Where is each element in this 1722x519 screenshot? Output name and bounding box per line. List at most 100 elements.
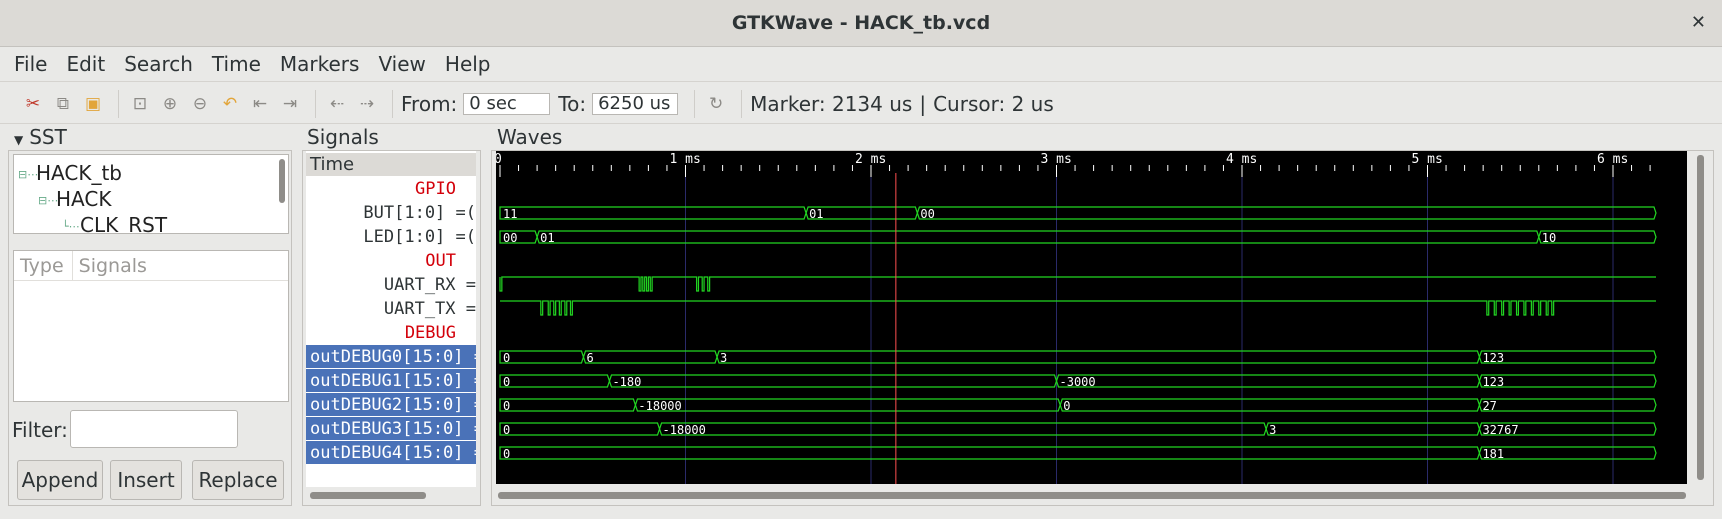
comment-row[interactable]: GPIO — [306, 177, 476, 200]
tree-node-label: HACK — [56, 187, 112, 211]
tree-scrollbar[interactable] — [279, 159, 285, 203]
ruler-label: 4 ms — [1226, 152, 1257, 167]
tree-node[interactable]: ⊟⋯ HACK — [38, 187, 111, 211]
bus-value: 00 — [920, 207, 934, 221]
bus-value: 3 — [720, 351, 727, 365]
bus-segment — [499, 446, 1481, 460]
ruler-label: 0 — [496, 152, 502, 167]
insert-button[interactable]: Insert — [110, 460, 182, 500]
tree-node[interactable]: ⊟⋯ HACK_tb — [18, 161, 122, 185]
signals-column-header[interactable]: Signals — [71, 250, 147, 281]
menu-bar: File Edit Search Time Markers View Help — [0, 47, 1722, 82]
marker-readout: Marker: 2134 us — [750, 91, 913, 116]
wave-display[interactable]: 01 ms 2 ms 3 ms 4 ms 5 ms 6 ms 11 01 00 00 01 10 0 6 3… — [496, 151, 1687, 484]
signal-row[interactable]: outDEBUG2[15:0] = — [306, 393, 476, 416]
bus-segment — [1538, 230, 1657, 244]
bus-value: -18000 — [663, 423, 706, 437]
close-icon[interactable]: ✕ — [1691, 12, 1706, 33]
comment-row[interactable]: DEBUG — [306, 321, 476, 344]
bit-waveform — [499, 276, 1656, 292]
wave-canvas[interactable]: 01 ms 2 ms 3 ms 4 ms 5 ms 6 ms11 01 0000 01 100 6 3… — [496, 151, 1687, 484]
toolbar-separator — [315, 89, 316, 118]
cut-icon[interactable]: ✂ — [20, 91, 46, 117]
ruler-label: 6 ms — [1597, 152, 1628, 167]
from-input[interactable]: 0 sec — [463, 92, 551, 115]
toolbar-separator — [118, 89, 119, 118]
reload-icon[interactable]: ↻ — [703, 91, 729, 117]
bus-value: 181 — [1482, 447, 1504, 461]
bus-value: -18000 — [638, 399, 681, 413]
signal-row[interactable]: BUT[1:0] =( — [306, 201, 476, 224]
zoom-out-icon[interactable]: ⊖ — [187, 91, 213, 117]
waves-vscroll-thumb[interactable] — [1697, 155, 1704, 480]
bus-value: 6 — [586, 351, 593, 365]
bus-segment — [1478, 398, 1657, 412]
find-next-edge-icon[interactable]: ⇢ — [354, 91, 380, 117]
menu-search[interactable]: Search — [124, 52, 193, 76]
signal-row[interactable]: LED[1:0] =( — [306, 225, 476, 248]
signals-hscrollbar[interactable] — [310, 492, 426, 499]
time-row[interactable]: Time — [306, 153, 476, 176]
bus-segment — [499, 206, 807, 220]
menu-edit[interactable]: Edit — [66, 52, 105, 76]
sst-header[interactable]: ▼ SST — [14, 125, 67, 149]
type-signals-list[interactable]: Type Signals — [13, 250, 289, 402]
zoom-fit-icon[interactable]: ⊡ — [127, 91, 153, 117]
toolbar: ✂ ⧉ ▣ ⊡ ⊕ ⊖ ↶ ⇤ ⇥ ⇠ ⇢ From: 0 sec To: 62… — [0, 84, 1722, 124]
bus-segment — [716, 350, 1481, 364]
toolbar-separator — [741, 89, 743, 118]
filter-input[interactable] — [70, 410, 238, 448]
signal-row[interactable]: UART_TX = — [306, 297, 476, 320]
paste-icon[interactable]: ▣ — [80, 91, 106, 117]
bus-value: 01 — [540, 231, 554, 245]
to-label: To: — [558, 91, 587, 116]
ruler-label: 1 ms — [670, 152, 701, 167]
undo-zoom-icon[interactable]: ↶ — [217, 91, 243, 117]
append-button[interactable]: Append — [17, 460, 103, 500]
signal-row[interactable]: outDEBUG3[15:0] = — [306, 417, 476, 440]
signal-row[interactable]: UART_RX = — [306, 273, 476, 296]
signal-row[interactable]: outDEBUG1[15:0] = — [306, 369, 476, 392]
type-column-header[interactable]: Type — [14, 255, 64, 277]
tree-node[interactable]: └⋯ CLK_RST — [62, 213, 168, 234]
menu-help[interactable]: Help — [445, 52, 491, 76]
signal-row[interactable]: outDEBUG0[15:0] = — [306, 345, 476, 368]
menu-file[interactable]: File — [14, 52, 47, 76]
bus-value: 11 — [503, 207, 517, 221]
menu-time[interactable]: Time — [212, 52, 261, 76]
bus-segment — [1478, 446, 1657, 460]
toolbar-separator — [392, 89, 393, 118]
tree-node-label: CLK_RST — [80, 213, 168, 234]
waves-hscrollbar[interactable] — [498, 492, 1686, 499]
collapse-triangle-icon[interactable]: ▼ — [14, 133, 23, 147]
cursor-readout: Cursor: 2 us — [933, 91, 1054, 116]
menu-view[interactable]: View — [378, 52, 425, 76]
copy-icon[interactable]: ⧉ — [50, 91, 76, 117]
signals-list[interactable]: Time GPIO BUT[1:0] =(LED[1:0] =(OUT UART_RX… — [306, 151, 476, 487]
waves-vscrollbar[interactable] — [1692, 151, 1710, 484]
to-input[interactable]: 6250 us — [592, 92, 679, 115]
zoom-in-icon[interactable]: ⊕ — [157, 91, 183, 117]
comment-row[interactable]: OUT — [306, 249, 476, 272]
zoom-to-end-icon[interactable]: ⇥ — [277, 91, 303, 117]
menu-markers[interactable]: Markers — [280, 52, 360, 76]
sst-title: SST — [29, 125, 67, 149]
bus-value: 32767 — [1482, 423, 1518, 437]
ruler-label: 5 ms — [1412, 152, 1443, 167]
list-header: Type Signals — [14, 250, 288, 281]
from-label: From: — [401, 91, 458, 116]
bus-value: 10 — [1542, 231, 1556, 245]
bus-segment — [1478, 374, 1657, 388]
replace-button[interactable]: Replace — [192, 460, 284, 500]
toolbar-separator — [694, 89, 696, 118]
bus-value: -3000 — [1060, 375, 1096, 389]
bus-value: 01 — [809, 207, 823, 221]
tree-node-label: HACK_tb — [36, 161, 122, 185]
signal-row[interactable]: outDEBUG4[15:0] =( — [306, 441, 476, 464]
bus-value: 0 — [503, 375, 510, 389]
zoom-to-start-icon[interactable]: ⇤ — [247, 91, 273, 117]
sst-tree[interactable]: ⊟⋯ HACK_tb ⊟⋯ HACK └⋯ CLK_RST — [13, 154, 289, 234]
bus-segment — [658, 422, 1267, 436]
find-previous-edge-icon[interactable]: ⇠ — [324, 91, 350, 117]
waves-header: Waves — [497, 125, 563, 149]
